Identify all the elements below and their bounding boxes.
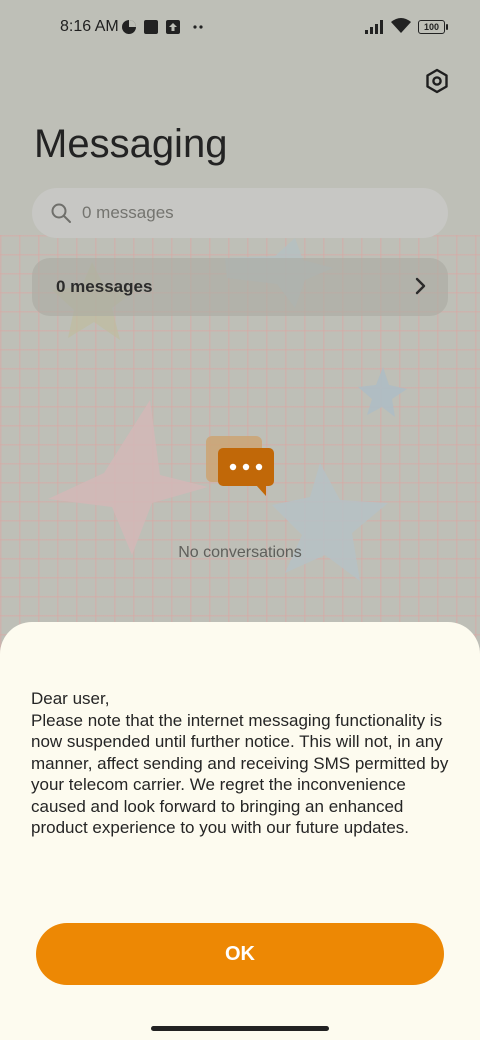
chat-bubbles-icon <box>206 436 274 496</box>
decorative-star-blue <box>272 463 388 581</box>
upload-notification-icon <box>166 20 180 34</box>
status-bar: 8:16 AM 100 <box>0 0 480 56</box>
battery-icon: 100 <box>418 20 448 34</box>
message-folder-row[interactable]: 0 messages <box>32 258 448 316</box>
more-notifications-icon <box>193 25 203 29</box>
search-icon <box>51 203 71 223</box>
notice-bottom-sheet: Dear user, Please note that the internet… <box>0 622 480 1040</box>
notification-app-icon <box>144 20 158 34</box>
empty-state-text: No conversations <box>178 544 302 561</box>
status-time: 8:16 AM <box>60 18 119 35</box>
folder-label: 0 messages <box>56 277 153 296</box>
notice-body: Please note that the internet messaging … <box>31 710 449 838</box>
search-bar[interactable]: 0 messages <box>32 188 448 238</box>
battery-level: 100 <box>418 20 445 34</box>
notice-message: Dear user, Please note that the internet… <box>31 688 461 839</box>
notice-greeting: Dear user, <box>31 689 110 708</box>
page-title: Messaging <box>34 122 228 166</box>
data-saver-icon <box>122 20 136 34</box>
settings-icon <box>426 68 448 94</box>
home-indicator[interactable] <box>151 1026 329 1031</box>
signal-icon <box>365 20 383 34</box>
decorative-star-small-blue <box>358 367 407 417</box>
settings-button[interactable] <box>420 64 454 98</box>
wifi-icon <box>391 18 411 33</box>
decorative-star-pink <box>48 400 208 555</box>
search-placeholder: 0 messages <box>82 203 174 222</box>
chevron-right-icon <box>415 277 426 295</box>
ok-button[interactable]: OK <box>36 923 444 985</box>
